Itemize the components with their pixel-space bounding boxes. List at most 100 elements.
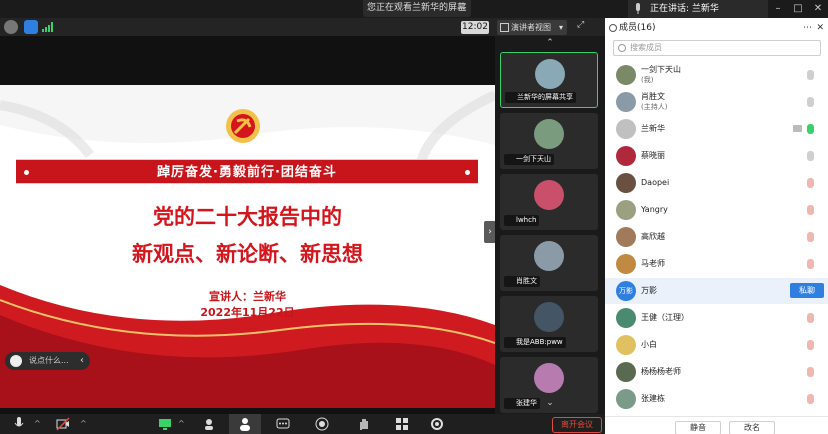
apps-icon[interactable] (395, 417, 409, 431)
mic-muted-icon[interactable] (807, 205, 814, 215)
member-row[interactable]: 马老师 (605, 251, 828, 277)
video-tile[interactable]: 肖胜文 (500, 235, 598, 291)
comment-placeholder: 说点什么... (29, 356, 69, 365)
avatar (534, 302, 564, 332)
more-options-icon[interactable]: ⋯ (803, 18, 812, 38)
member-row[interactable]: Daopei (605, 170, 828, 196)
speaking-indicator: 正在讲话: 兰新华 (628, 0, 768, 18)
video-tile[interactable]: 兰新华的屏幕共享 (500, 52, 598, 108)
mic-icon[interactable] (807, 70, 814, 80)
avatar (616, 227, 636, 247)
member-row[interactable]: 王健（江理） (605, 305, 828, 331)
member-name: 肖胜文 (641, 92, 665, 101)
avatar (616, 308, 636, 328)
slide-title-line2: 新观点、新论断、新思想 (132, 241, 363, 266)
chat-icon[interactable] (276, 417, 290, 431)
members-icon (240, 418, 250, 431)
viewing-notice[interactable]: 您正在观看兰新华的屏幕 ☰ (363, 0, 471, 17)
raise-hand-icon[interactable] (357, 417, 371, 431)
mic-muted-icon[interactable] (807, 259, 814, 269)
chevron-up-icon[interactable]: ^ (178, 419, 185, 428)
member-name: 一剑下天山 (641, 65, 681, 74)
member-name: 王健（江理） (641, 313, 689, 322)
chevron-up-icon[interactable]: ^ (34, 419, 41, 428)
avatar (616, 389, 636, 409)
mic-muted-icon[interactable] (807, 340, 814, 350)
minimize-icon[interactable]: – (768, 0, 788, 18)
member-row[interactable]: 兰新华 (605, 116, 828, 142)
member-row[interactable]: Yangry (605, 197, 828, 223)
video-tile[interactable]: 我是ABB:pww (500, 296, 598, 352)
maximize-icon[interactable]: □ (788, 0, 808, 18)
members-title: 成员(16) (619, 23, 656, 33)
mute-all-button[interactable]: 静音 (675, 421, 721, 434)
members-button[interactable] (229, 414, 261, 434)
chevron-up-icon[interactable]: ⌃ (495, 36, 605, 50)
private-chat-button[interactable]: 私聊 (790, 283, 824, 298)
signal-icon[interactable] (42, 22, 54, 32)
member-row[interactable]: 万影 万影 私聊 (605, 278, 828, 304)
speaking-text: 正在讲话: 兰新华 (650, 4, 719, 14)
member-name: 张建栋 (641, 394, 665, 403)
tile-label: lwhch (504, 215, 540, 226)
avatar (535, 59, 565, 89)
mic-icon (636, 3, 640, 14)
settings-gear-icon[interactable] (430, 417, 444, 431)
mic-icon[interactable] (12, 417, 26, 431)
menu-icon[interactable]: ☰ (458, 0, 467, 17)
chevron-up-icon[interactable]: ^ (80, 419, 87, 428)
fullscreen-icon[interactable]: ⤢ (577, 20, 584, 30)
member-row[interactable]: 杨杨杨老师 (605, 359, 828, 385)
mic-muted-icon[interactable] (807, 232, 814, 242)
bottom-toolbar: ^ ^ ^ 离开会议 (0, 414, 605, 434)
close-icon[interactable]: ✕ (808, 0, 828, 18)
mic-icon[interactable] (807, 97, 814, 107)
chevron-down-icon[interactable]: ⌄ (495, 398, 605, 408)
record-icon[interactable] (315, 417, 329, 431)
members-icon (609, 24, 617, 32)
member-search-input[interactable]: 搜索成员 (613, 40, 821, 56)
mic-muted-icon[interactable] (807, 178, 814, 188)
avatar (616, 335, 636, 355)
mic-icon[interactable] (807, 124, 814, 134)
shield-icon[interactable] (24, 20, 38, 34)
member-row[interactable]: 高欣越 (605, 224, 828, 250)
chevron-left-icon[interactable]: ‹ (80, 352, 84, 370)
avatar (616, 254, 636, 274)
leave-meeting-button[interactable]: 离开会议 (552, 417, 602, 433)
rename-button[interactable]: 改名 (729, 421, 775, 434)
mic-muted-icon[interactable] (807, 367, 814, 377)
share-screen-icon[interactable] (158, 417, 172, 431)
member-row[interactable]: 张建栋 (605, 386, 828, 412)
member-row[interactable]: 一剑下天山 (我) (605, 62, 828, 88)
chevron-down-icon: ▾ (558, 23, 563, 32)
slide-speaker: 宣讲人：兰新华 (209, 290, 286, 303)
member-name: 小白 (641, 340, 657, 349)
members-header: 成员(16) ⋯ ✕ (605, 18, 828, 38)
member-name: Daopei (641, 178, 670, 187)
member-row[interactable]: 蔡晓丽 (605, 143, 828, 169)
video-tile[interactable]: 一剑下天山 (500, 113, 598, 169)
video-gallery: ⌃ 兰新华的屏幕共享 一剑下天山 lwhch 肖胜文 我是ABB:pww 张建华 ⌄ (495, 36, 605, 414)
avatar: 万影 (616, 281, 636, 301)
close-icon[interactable]: ✕ (816, 18, 824, 38)
mic-muted-icon[interactable] (807, 313, 814, 323)
avatar (534, 363, 564, 393)
mic-muted-icon[interactable] (807, 394, 814, 404)
member-name: 蔡晓丽 (641, 151, 665, 160)
invite-icon[interactable] (203, 417, 217, 431)
view-icon (500, 23, 509, 32)
member-role: (我) (641, 76, 654, 84)
comment-input[interactable]: 说点什么... ‹ (5, 352, 90, 370)
banner-dot (465, 170, 470, 175)
mic-icon[interactable] (807, 151, 814, 161)
video-tile[interactable]: lwhch (500, 174, 598, 230)
camera-off-icon[interactable] (56, 417, 70, 431)
emoji-icon[interactable] (10, 355, 22, 367)
meeting-info-bar: 12:02 演讲者视图 ▾ ⤢ (0, 18, 605, 36)
info-icon[interactable] (4, 20, 18, 34)
member-row[interactable]: 肖胜文 (主持人) (605, 89, 828, 115)
view-toggle-button[interactable]: 演讲者视图 ▾ (497, 20, 567, 35)
member-row[interactable]: 小白 (605, 332, 828, 358)
member-name: 高欣越 (641, 232, 665, 241)
